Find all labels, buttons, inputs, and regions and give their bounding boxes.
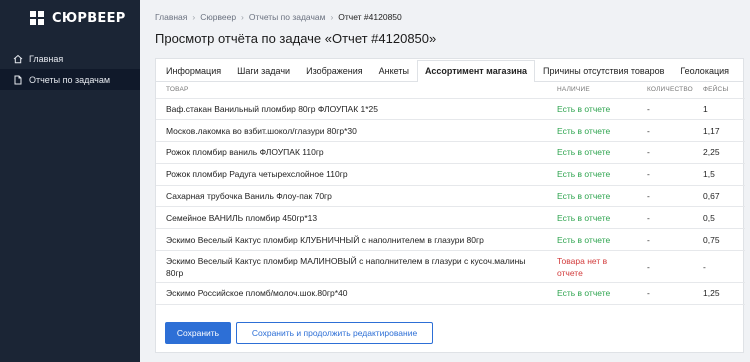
cell-facings: 1,25: [693, 282, 745, 305]
breadcrumb-link[interactable]: Отчеты по задачам: [249, 12, 326, 22]
breadcrumb-link[interactable]: Главная: [155, 12, 187, 22]
save-and-continue-button[interactable]: Сохранить и продолжить редактирование: [236, 322, 433, 344]
cell-facings: 1,5: [693, 163, 745, 186]
sidebar-item-home[interactable]: Главная: [0, 48, 140, 69]
cell-availability: Есть в отчете: [547, 163, 637, 186]
page-title: Просмотр отчёта по задаче «Отчет #412085…: [155, 31, 437, 46]
table-row: Рожок пломбир ваниль ФЛОУПАК 110гр Есть …: [156, 141, 745, 164]
breadcrumb-separator: ›: [192, 12, 196, 22]
cell-facings: 0,75: [693, 228, 745, 252]
breadcrumb-separator: ›: [241, 12, 244, 22]
sidebar-item-label: Главная: [29, 53, 64, 64]
column-header-availability[interactable]: Наличие: [547, 82, 637, 99]
cell-product: Эскимо Веселый Кактус пломбир МАЛИНОВЫЙ …: [156, 250, 547, 284]
cell-availability: Есть в отчете: [547, 185, 637, 208]
tab-assortment[interactable]: Ассортимент магазина: [416, 60, 536, 82]
cell-quantity: -: [637, 250, 693, 284]
cell-availability: Есть в отчете: [547, 228, 637, 252]
table-row: Рожок пломбир Радуга четырехслойное 110г…: [156, 163, 745, 186]
tab-bar: Информация Шаги задачи Изображения Анкет…: [156, 59, 743, 82]
breadcrumb-link[interactable]: Сюрвеер: [200, 12, 236, 22]
cell-facings: 0,5: [693, 206, 745, 230]
table-row: Эскимо Российское пломб/молоч.шок.80гр*4…: [156, 282, 745, 305]
cell-product: Рожок пломбир ваниль ФЛОУПАК 110гр: [156, 141, 547, 164]
cell-facings: -: [693, 250, 745, 284]
save-button[interactable]: Сохранить: [165, 322, 231, 344]
cell-availability: Есть в отчете: [547, 206, 637, 230]
cell-quantity: -: [637, 282, 693, 305]
sidebar-item-label: Отчеты по задачам: [29, 74, 111, 85]
cell-product: Рожок пломбир Радуга четырехслойное 110г…: [156, 163, 547, 186]
table-row: Эскимо Веселый Кактус пломбир МАЛИНОВЫЙ …: [156, 250, 745, 284]
cell-quantity: -: [637, 98, 693, 121]
cell-facings: 2,25: [693, 141, 745, 164]
cell-facings: 1: [693, 98, 745, 121]
table-header-row: Товар Наличие Количество Фейсы: [156, 82, 745, 99]
tab-surveys[interactable]: Анкеты: [371, 60, 417, 81]
table-row: Сахарная трубочка Ваниль Флоу-пак 70гр Е…: [156, 185, 745, 208]
cell-availability: Есть в отчете: [547, 119, 637, 143]
cell-product: Семейное ВАНИЛЬ пломбир 450гр*13: [156, 206, 547, 230]
sidebar: СЮРВЕЕР Главная Отчеты по задачам: [0, 0, 140, 362]
tab-geolocation[interactable]: Геолокация: [672, 60, 737, 81]
cell-quantity: -: [637, 228, 693, 252]
document-icon: [12, 74, 24, 86]
cell-availability: Есть в отчете: [547, 98, 637, 121]
tab-images[interactable]: Изображения: [298, 60, 371, 81]
table-row: Москов.лакомка во взбит.шокол/глазури 80…: [156, 119, 745, 143]
column-header-product[interactable]: Товар: [156, 82, 547, 99]
sidebar-nav: Главная Отчеты по задачам: [0, 48, 140, 90]
cell-product: Эскимо Веселый Кактус пломбир КЛУБНИЧНЫЙ…: [156, 228, 547, 252]
cell-quantity: -: [637, 185, 693, 208]
tab-info[interactable]: Информация: [158, 60, 229, 81]
cell-availability: Есть в отчете: [547, 141, 637, 164]
form-actions: Сохранить Сохранить и продолжить редакти…: [165, 322, 433, 344]
tab-absence-reasons[interactable]: Причины отсутствия товаров: [535, 60, 672, 81]
cell-quantity: -: [637, 206, 693, 230]
brand-name: СЮРВЕЕР: [52, 10, 126, 26]
cell-product: Москов.лакомка во взбит.шокол/глазури 80…: [156, 119, 547, 143]
cell-facings: 1,17: [693, 119, 745, 143]
cell-quantity: -: [637, 119, 693, 143]
column-header-quantity[interactable]: Количество: [637, 82, 693, 99]
cell-product: Сахарная трубочка Ваниль Флоу-пак 70гр: [156, 185, 547, 208]
column-header-facings[interactable]: Фейсы: [693, 82, 745, 99]
table-row: Эскимо Веселый Кактус пломбир КЛУБНИЧНЫЙ…: [156, 228, 745, 252]
home-icon: [12, 53, 24, 65]
breadcrumb-separator: ›: [330, 12, 334, 22]
sidebar-item-reports[interactable]: Отчеты по задачам: [0, 69, 140, 90]
assortment-table: Товар Наличие Количество Фейсы Ваф.стака…: [156, 82, 745, 305]
breadcrumb: Главная › Сюрвеер › Отчеты по задачам › Отчет …: [155, 12, 402, 22]
cell-availability: Есть в отчете: [547, 282, 637, 305]
cell-product: Эскимо Российское пломб/молоч.шок.80гр*4…: [156, 282, 547, 305]
table-row: Семейное ВАНИЛЬ пломбир 450гр*13 Есть в …: [156, 206, 745, 230]
cell-availability: Товара нет в отчете: [547, 250, 637, 284]
report-card: Информация Шаги задачи Изображения Анкет…: [155, 58, 745, 353]
breadcrumb-current: Отчет #4120850: [338, 12, 402, 22]
table-row: Ваф.стакан Ванильный пломбир 80гр ФЛОУПА…: [156, 98, 745, 121]
cell-product: Ваф.стакан Ванильный пломбир 80гр ФЛОУПА…: [156, 98, 547, 121]
cell-facings: 0,67: [693, 185, 745, 208]
main-content: Главная › Сюрвеер › Отчеты по задачам › Отчет …: [140, 0, 750, 362]
brand[interactable]: СЮРВЕЕР: [0, 0, 140, 36]
cell-quantity: -: [637, 163, 693, 186]
cell-quantity: -: [637, 141, 693, 164]
tab-steps[interactable]: Шаги задачи: [229, 60, 298, 81]
logo-icon: [30, 11, 44, 25]
